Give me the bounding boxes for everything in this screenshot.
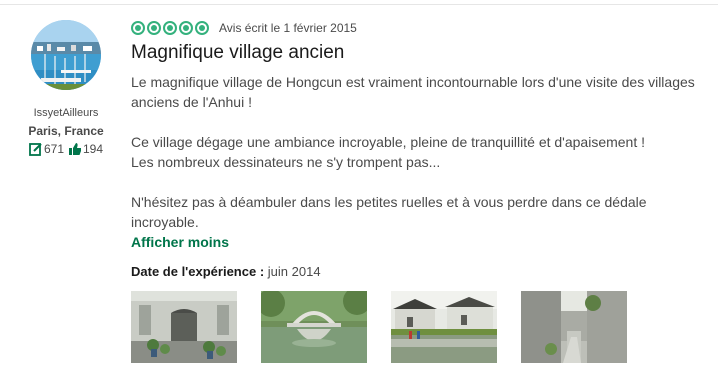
review-count: 671 [29,142,64,156]
member-location: Paris, France [28,124,104,138]
review-count-value: 671 [43,142,64,156]
review-date: Avis écrit le 1 février 2015 [219,21,357,35]
show-less-link[interactable]: Afficher moins [131,233,229,251]
review-count-icon [29,143,42,156]
member-stats: 671 194 [0,142,132,156]
review-body: Le magnifique village de Hongcun est vra… [131,72,706,232]
member-info: IssyetAilleurs Paris, France 671 194 [0,18,132,156]
experience-date: Date de l'expérience : juin 2014 [131,263,706,281]
review-paragraph: Le magnifique village de Hongcun est vra… [131,74,695,110]
rating-bubble-icon [147,21,161,35]
rating-bubble-icon [179,21,193,35]
review-paragraph: Ce village dégage une ambiance incroyabl… [131,134,646,150]
experience-value: juin 2014 [267,264,321,279]
helpful-votes-value: 194 [83,142,104,156]
avatar[interactable] [31,20,101,90]
top-divider [0,4,718,5]
review-paragraph: Les nombreux dessinateurs ne s'y trompen… [131,154,441,170]
rating-bubble-icon [131,21,145,35]
rating-bubble-icon [195,21,209,35]
review-photo[interactable] [131,291,237,363]
review-card: Avis écrit le 1 février 2015 Magnifique … [131,18,706,363]
review-photo[interactable] [521,291,627,363]
rating-bubble-icon [163,21,177,35]
review-photo[interactable] [261,291,367,363]
rating-row: Avis écrit le 1 février 2015 [131,18,706,38]
helpful-votes: 194 [68,142,103,156]
review-photo[interactable] [391,291,497,363]
bubble-rating [131,21,211,35]
thumbs-up-icon [69,143,81,155]
review-photos [131,291,706,363]
member-username[interactable]: IssyetAilleurs [0,107,132,119]
review-paragraph: N'hésitez pas à déambuler dans les petit… [131,194,647,230]
review-title[interactable]: Magnifique village ancien [131,41,706,65]
experience-label: Date de l'expérience : [131,264,265,279]
